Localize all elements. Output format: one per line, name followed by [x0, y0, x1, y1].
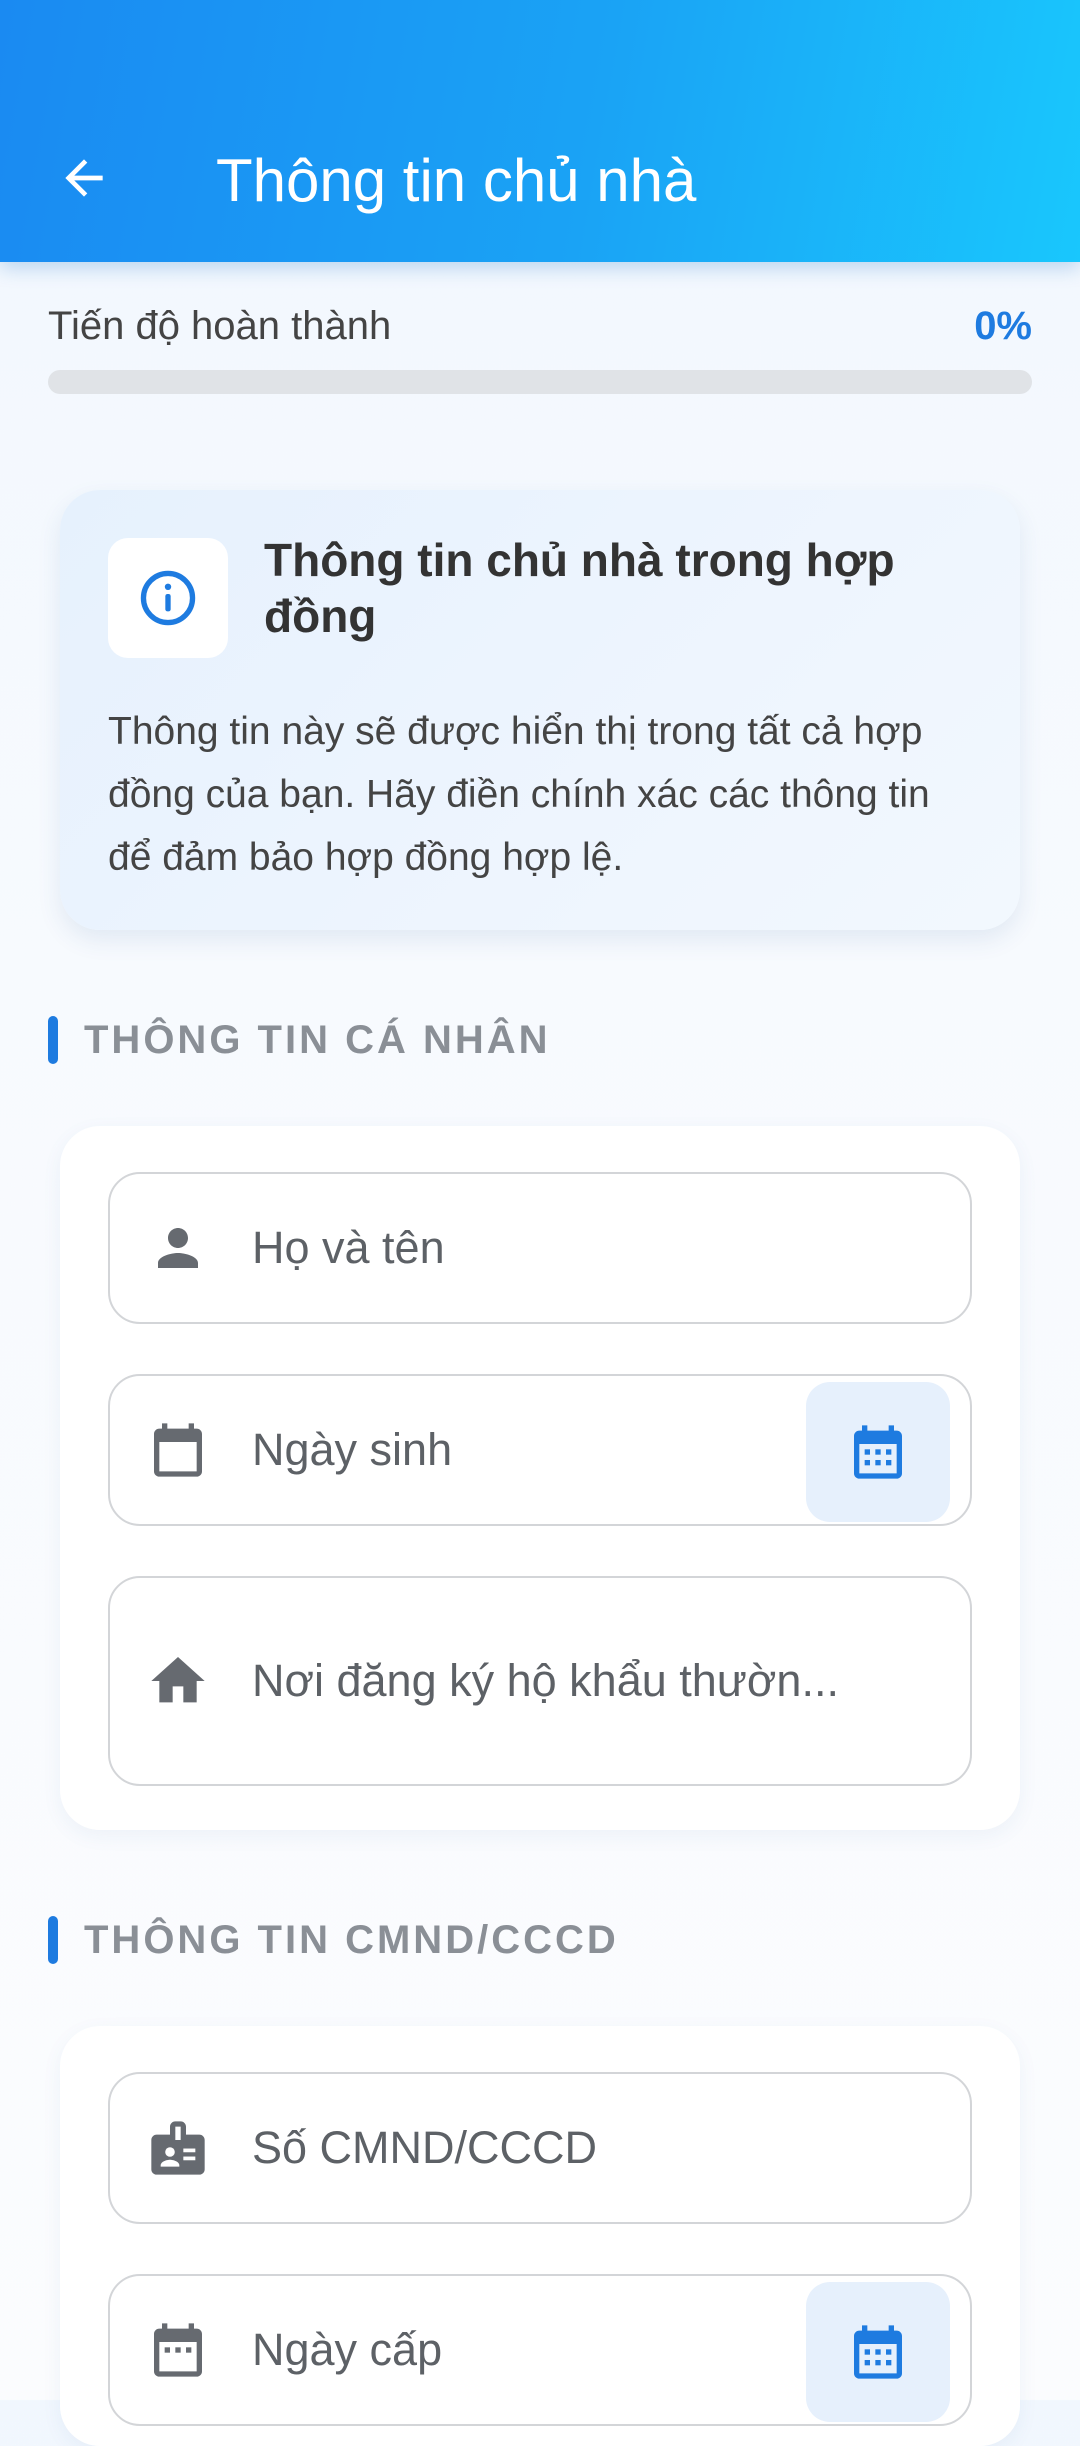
personal-info-card: Họ và tên Ngày sinh Nơi đăng ký hộ khẩu … — [60, 1126, 1020, 1830]
page-title: Thông tin chủ nhà — [216, 147, 697, 214]
home-icon — [146, 1649, 210, 1713]
issue-date-placeholder: Ngày cấp — [252, 2324, 443, 2375]
info-card-title: Thông tin chủ nhà trong hợp đồng — [264, 534, 895, 642]
calendar-picker-icon — [854, 1425, 902, 1479]
issue-date-picker-button[interactable] — [806, 2282, 950, 2422]
progress-bar — [48, 370, 1032, 394]
residence-placeholder: Nơi đăng ký hộ khẩu thườn... — [252, 1655, 839, 1706]
progress-label: Tiến độ hoàn thành — [48, 304, 392, 348]
issue-date-field[interactable]: Ngày cấp — [108, 2274, 972, 2426]
id-number-placeholder: Số CMND/CCCD — [252, 2122, 598, 2173]
app-bar: Thông tin chủ nhà — [0, 0, 1080, 262]
section-title-personal: THÔNG TIN CÁ NHÂN — [84, 1017, 551, 1062]
section-accent-bar — [48, 1916, 58, 1964]
section-header-personal: THÔNG TIN CÁ NHÂN — [48, 1016, 551, 1064]
residence-field[interactable]: Nơi đăng ký hộ khẩu thườn... — [108, 1576, 972, 1786]
section-header-id-card: THÔNG TIN CMND/CCCD — [48, 1916, 619, 1964]
birth-date-field[interactable]: Ngày sinh — [108, 1374, 972, 1526]
info-icon — [140, 570, 196, 626]
info-card: Thông tin chủ nhà trong hợp đồng Thông t… — [60, 490, 1020, 930]
info-icon-container — [108, 538, 228, 658]
birth-date-placeholder: Ngày sinh — [252, 1424, 453, 1475]
info-card-description: Thông tin này sẽ được hiển thị trong tất… — [108, 710, 930, 879]
id-number-field[interactable]: Số CMND/CCCD — [108, 2072, 972, 2224]
full-name-placeholder: Họ và tên — [252, 1222, 445, 1273]
section-title-id-card: THÔNG TIN CMND/CCCD — [84, 1917, 619, 1962]
birth-date-picker-button[interactable] — [806, 1382, 950, 1522]
section-accent-bar — [48, 1016, 58, 1064]
full-name-field[interactable]: Họ và tên — [108, 1172, 972, 1324]
id-card-info-card: Số CMND/CCCD Ngày cấp — [60, 2026, 1020, 2446]
arrow-back-icon — [65, 159, 103, 197]
progress-value: 0% — [974, 304, 1032, 348]
id-badge-icon — [146, 2116, 210, 2180]
calendar-icon — [146, 2318, 210, 2382]
person-icon — [146, 1216, 210, 1280]
back-button[interactable] — [48, 142, 120, 214]
calendar-icon — [146, 1418, 210, 1482]
calendar-picker-icon — [854, 2325, 902, 2379]
